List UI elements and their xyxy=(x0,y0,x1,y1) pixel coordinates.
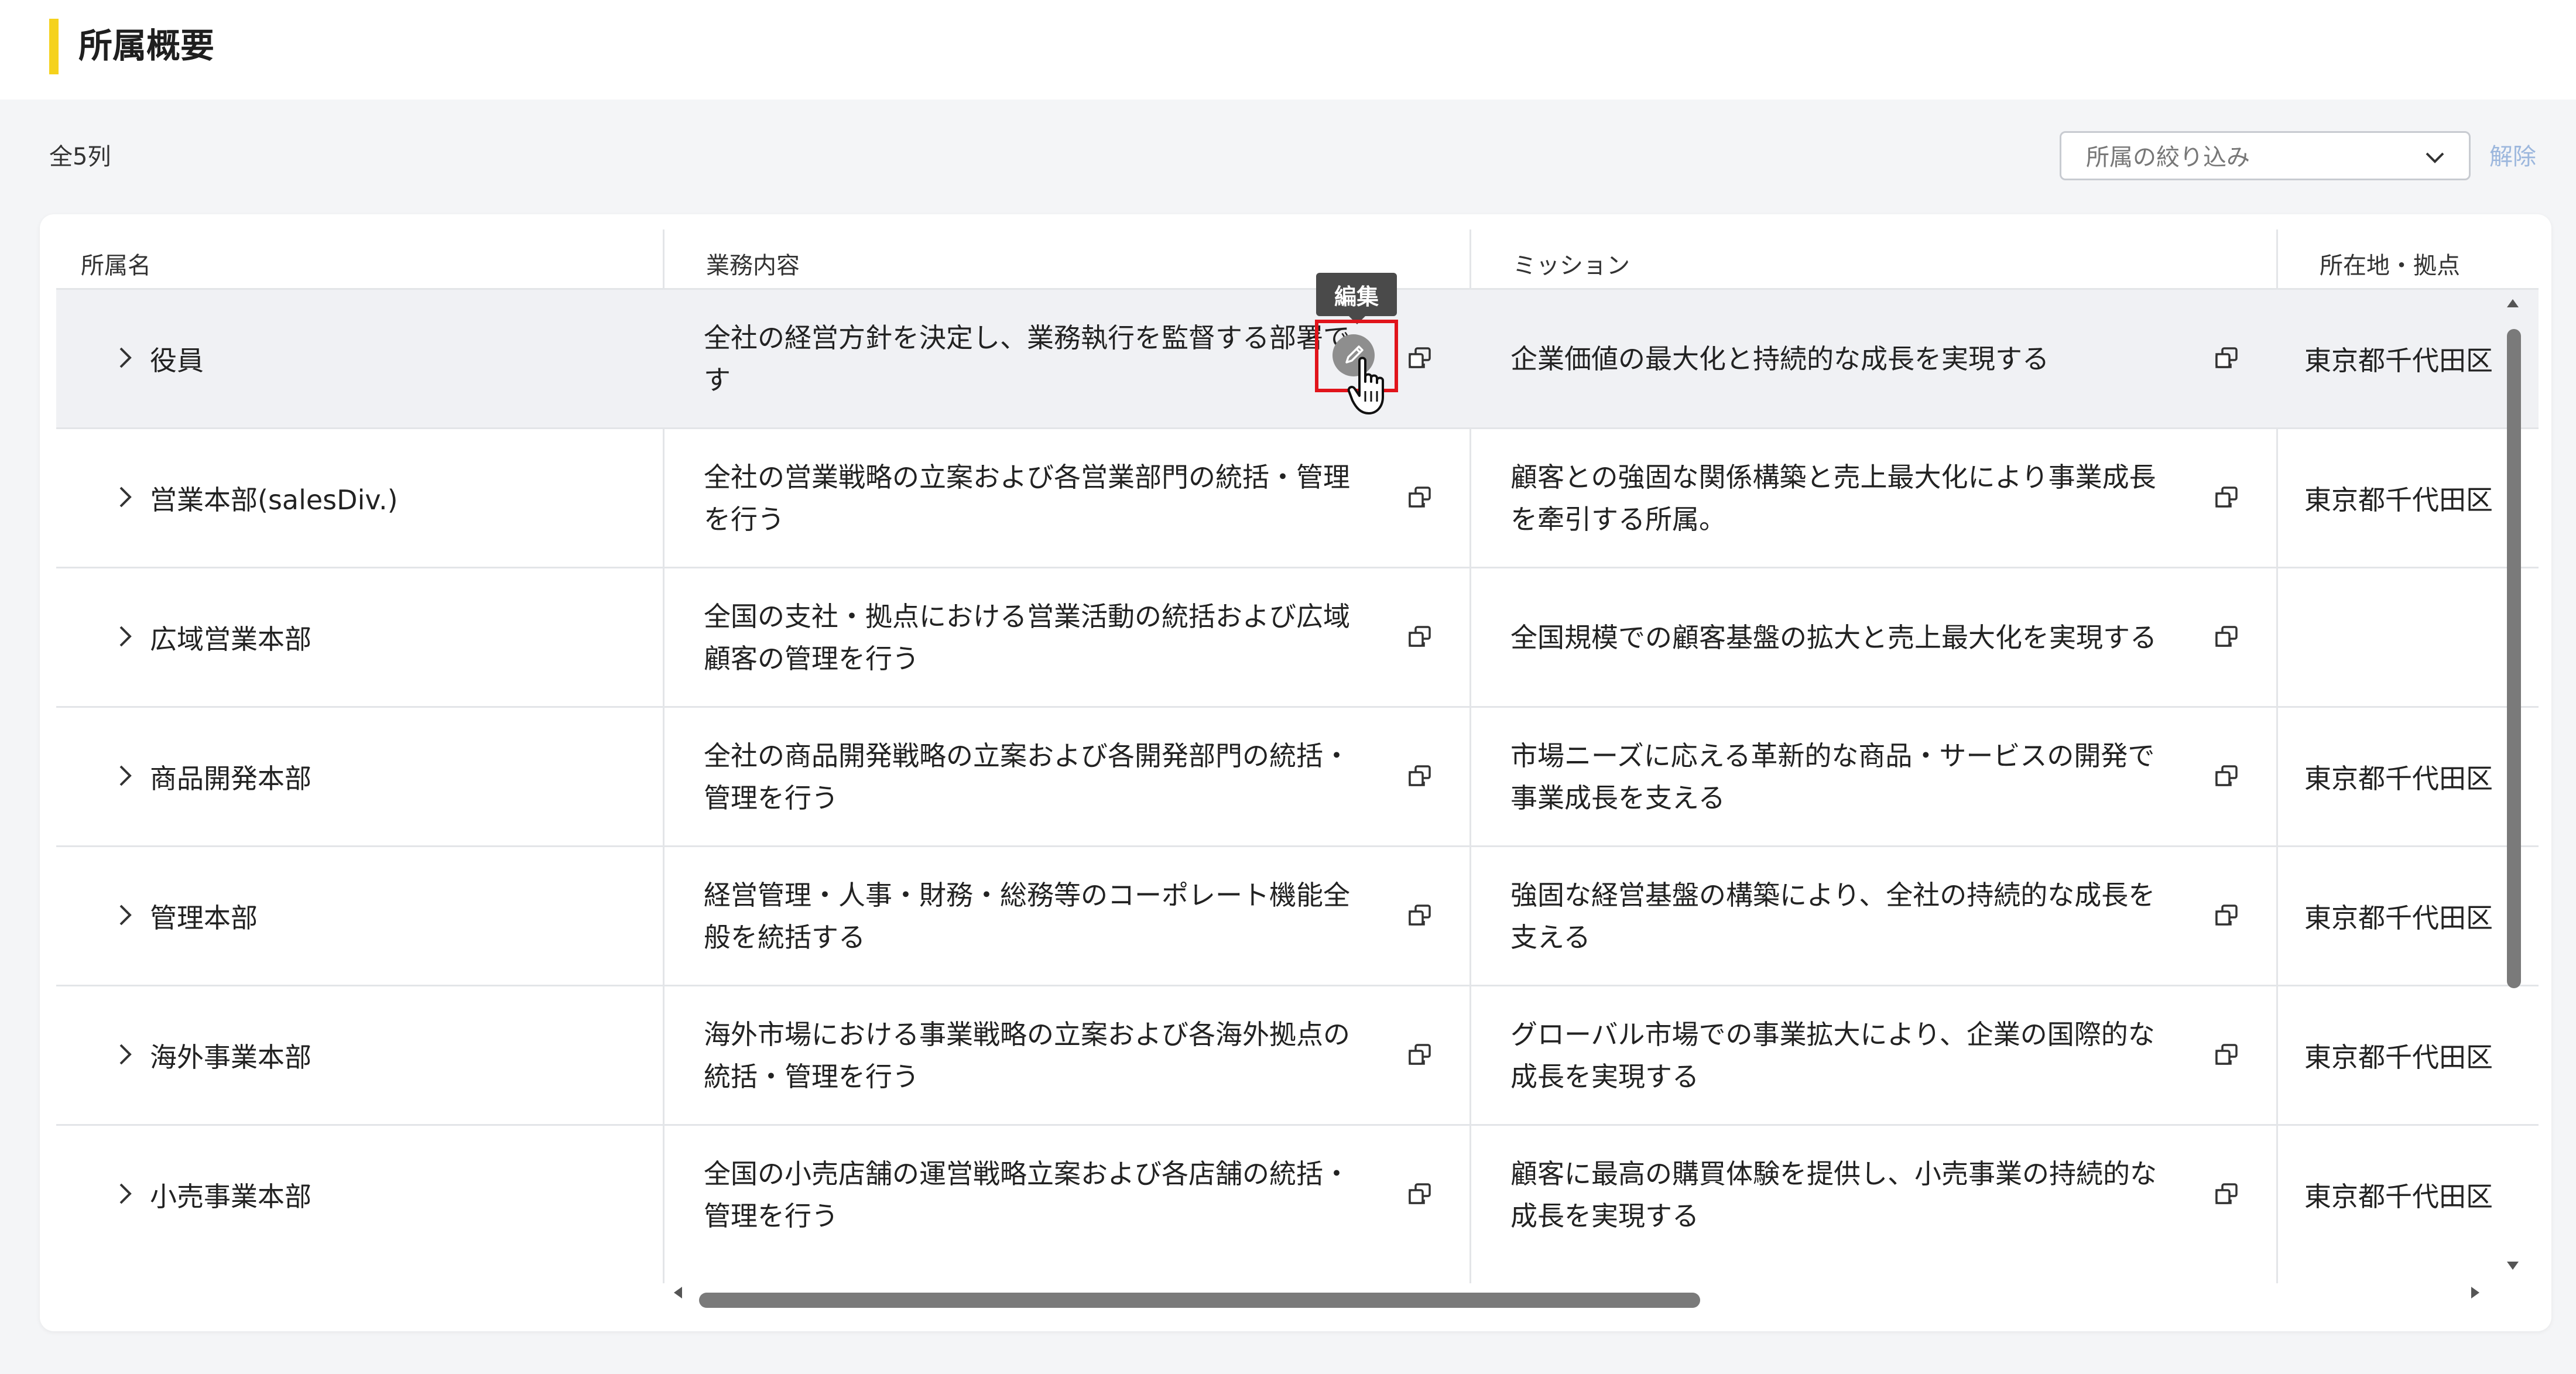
copy-icon[interactable] xyxy=(1405,1180,1434,1209)
mission-description: 顧客に最高の購買体験を提供し、小売事業の持続的な成長を実現する xyxy=(1510,1157,2157,1232)
page-title: 所属概要 xyxy=(78,26,215,66)
mission-description: グローバル市場での事業拡大により、企業の国際的な成長を実現する xyxy=(1510,1018,2155,1092)
chevron-right-icon[interactable] xyxy=(112,345,138,371)
affiliation-name[interactable]: 役員 xyxy=(150,290,204,427)
table-row[interactable]: 海外事業本部 海外市場における事業戦略の立案および各海外拠点の統括・管理を行う グロ… xyxy=(56,985,2539,1124)
chevron-down-icon xyxy=(2426,152,2444,163)
copy-icon[interactable] xyxy=(1405,622,1434,652)
copy-icon[interactable] xyxy=(2212,622,2241,652)
mission-description: 強固な経営基盤の構築により、全社の持続的な成長を支える xyxy=(1510,879,2156,953)
business-description: 海外市場における事業戦略の立案および各海外拠点の統括・管理を行う xyxy=(704,1018,1350,1092)
location-text: 東京都千代田区 xyxy=(2304,484,2493,516)
chevron-right-icon[interactable] xyxy=(112,1181,138,1207)
mission-description: 市場ニーズに応える革新的な商品・サービスの開発で事業成長を支える xyxy=(1510,739,2155,814)
edit-tooltip: 編集 xyxy=(1316,273,1397,324)
affiliation-name[interactable]: 広域営業本部 xyxy=(150,568,311,706)
affiliation-table: 所属名 業務内容 ミッション 所在地・拠点 役員 全社の経営方針を決定し、業務執行… xyxy=(40,214,2551,1331)
title-accent-bar xyxy=(49,19,59,74)
affiliation-name[interactable]: 商品開発本部 xyxy=(150,708,311,845)
location-text: 東京都千代田区 xyxy=(2304,1180,2493,1212)
table-row[interactable]: 小売事業本部 全国の小売店舗の運営戦略立案および各店舗の統括・管理を行う 顧客に最高… xyxy=(56,1124,2539,1263)
horizontal-scrollbar-thumb[interactable] xyxy=(699,1293,1700,1308)
business-description: 全社の営業戦略の立案および各営業部門の統括・管理を行う xyxy=(704,461,1350,535)
location-text: 東京都千代田区 xyxy=(2304,762,2493,794)
affiliation-filter-select[interactable]: 所属の絞り込み xyxy=(2060,131,2471,180)
business-description: 全国の小売店舗の運営戦略立案および各店舗の統括・管理を行う xyxy=(704,1157,1350,1232)
page-header: 所属概要 xyxy=(0,0,2576,100)
affiliation-name[interactable]: 小売事業本部 xyxy=(150,1126,311,1263)
copy-icon[interactable] xyxy=(1405,901,1434,930)
copy-icon[interactable] xyxy=(2212,762,2241,791)
copy-icon[interactable] xyxy=(2212,901,2241,930)
chevron-right-icon[interactable] xyxy=(112,623,138,649)
affiliation-name[interactable]: 営業本部(salesDiv.) xyxy=(150,429,398,567)
location-text: 東京都千代田区 xyxy=(2304,344,2493,376)
table-row[interactable]: 広域営業本部 全国の支社・拠点における営業活動の統括および広域顧客の管理を行う 全国… xyxy=(56,567,2539,706)
chevron-right-icon[interactable] xyxy=(112,1041,138,1067)
business-description: 全社の経営方針を決定し、業務執行を監督する部署です xyxy=(704,321,1350,396)
scroll-down-arrow-icon[interactable] xyxy=(2506,1260,2520,1272)
copy-icon[interactable] xyxy=(1405,483,1434,512)
mission-description: 顧客との強固な関係構築と売上最大化により事業成長を牽引する所属。 xyxy=(1510,461,2156,535)
hand-cursor-icon xyxy=(1347,357,1384,414)
copy-icon[interactable] xyxy=(1405,344,1434,373)
table-row[interactable]: 管理本部 経営管理・人事・財務・総務等のコーポレート機能全般を統括する 強固な経営基… xyxy=(56,845,2539,985)
copy-icon[interactable] xyxy=(2212,1040,2241,1070)
table-row[interactable]: 役員 全社の経営方針を決定し、業務執行を監督する部署です 企業価値の最大化と持続的な… xyxy=(56,288,2539,427)
table-row[interactable]: 商品開発本部 全社の商品開発戦略の立案および各開発部門の統括・管理を行う 市場ニーズ… xyxy=(56,706,2539,845)
business-description: 全国の支社・拠点における営業活動の統括および広域顧客の管理を行う xyxy=(704,600,1350,674)
scroll-left-arrow-icon[interactable] xyxy=(672,1286,684,1300)
business-description: 全社の商品開発戦略の立案および各開発部門の統括・管理を行う xyxy=(704,739,1350,814)
scroll-right-arrow-icon[interactable] xyxy=(2469,1286,2481,1300)
mission-description: 全国規模での顧客基盤の拡大と売上最大化を実現する xyxy=(1510,621,2157,653)
chevron-right-icon[interactable] xyxy=(112,484,138,510)
affiliation-name[interactable]: 海外事業本部 xyxy=(150,986,311,1124)
copy-icon[interactable] xyxy=(2212,1180,2241,1209)
copy-icon[interactable] xyxy=(2212,483,2241,512)
copy-icon[interactable] xyxy=(1405,1040,1434,1070)
clear-filter-link[interactable]: 解除 xyxy=(2489,141,2536,173)
chevron-right-icon[interactable] xyxy=(112,902,138,928)
mission-description: 企業価値の最大化と持続的な成長を実現する xyxy=(1510,342,2049,375)
business-description: 経営管理・人事・財務・総務等のコーポレート機能全般を統括する xyxy=(704,879,1350,953)
chevron-right-icon[interactable] xyxy=(112,763,138,789)
filter-placeholder: 所属の絞り込み xyxy=(2086,144,2250,171)
location-text: 東京都千代田区 xyxy=(2304,1041,2493,1073)
location-text: 東京都千代田区 xyxy=(2304,902,2493,934)
vertical-scrollbar-thumb[interactable] xyxy=(2507,329,2521,988)
copy-icon[interactable] xyxy=(2212,344,2241,373)
table-body: 役員 全社の経営方針を決定し、業務執行を監督する部署です 企業価値の最大化と持続的な… xyxy=(56,288,2539,1283)
scroll-up-arrow-icon[interactable] xyxy=(2506,297,2520,309)
copy-icon[interactable] xyxy=(1405,762,1434,791)
affiliation-name[interactable]: 管理本部 xyxy=(150,847,258,985)
row-count-label: 全5列 xyxy=(49,143,111,170)
table-row[interactable]: 営業本部(salesDiv.) 全社の営業戦略の立案および各営業部門の統括・管理を… xyxy=(56,427,2539,567)
